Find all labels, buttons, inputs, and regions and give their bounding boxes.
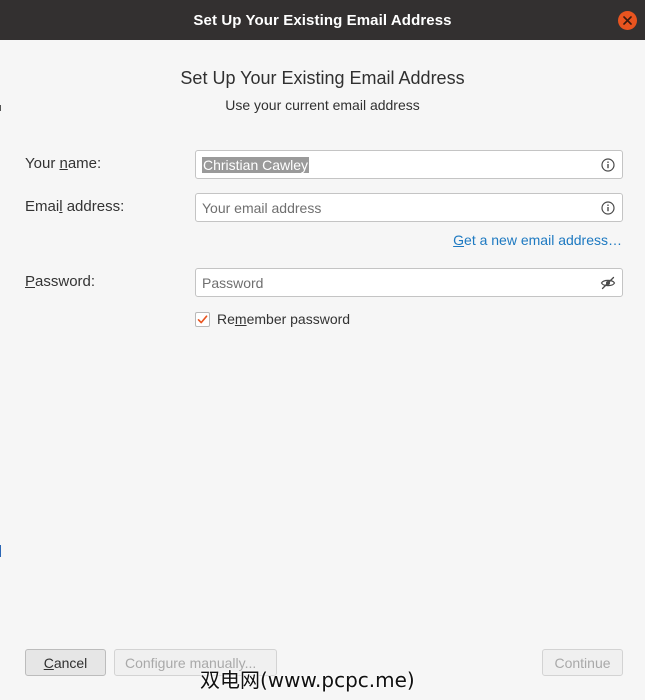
account-setup-dialog: Set Up Your Existing Email Address Set U… (0, 0, 645, 700)
continue-button[interactable]: Continue (542, 649, 623, 676)
email-label: Email address: (25, 198, 125, 215)
close-icon (623, 16, 632, 25)
edge-artifact (0, 545, 1, 557)
eye-slash-icon[interactable] (600, 275, 616, 291)
password-label: Password: (25, 273, 96, 290)
info-icon[interactable] (600, 200, 616, 216)
remember-password-label[interactable]: Remember password (217, 311, 350, 327)
cancel-button[interactable]: Cancel (25, 649, 106, 676)
name-field[interactable]: Christian Cawley (195, 150, 623, 179)
remember-password-checkbox[interactable] (195, 311, 210, 327)
checkmark-icon (197, 314, 208, 323)
info-icon[interactable] (600, 157, 616, 173)
email-field[interactable]: Your email address (195, 193, 623, 222)
email-input[interactable]: Your email address (196, 200, 600, 216)
title-bar: Set Up Your Existing Email Address (0, 0, 645, 40)
password-field[interactable]: Password (195, 268, 623, 297)
remember-password-row[interactable]: Remember password (195, 311, 350, 327)
dialog-subheading: Use your current email address (225, 97, 420, 113)
name-input[interactable]: Christian Cawley (196, 156, 600, 173)
dialog-heading: Set Up Your Existing Email Address (180, 68, 465, 88)
name-label: Your name: (25, 155, 102, 172)
get-new-email-link[interactable]: Get a new email address… (453, 232, 622, 248)
window-title: Set Up Your Existing Email Address (193, 11, 452, 29)
watermark-text: 双电网(www.pcpc.me) (200, 668, 415, 692)
close-button[interactable] (618, 11, 637, 30)
password-input[interactable]: Password (196, 275, 600, 291)
